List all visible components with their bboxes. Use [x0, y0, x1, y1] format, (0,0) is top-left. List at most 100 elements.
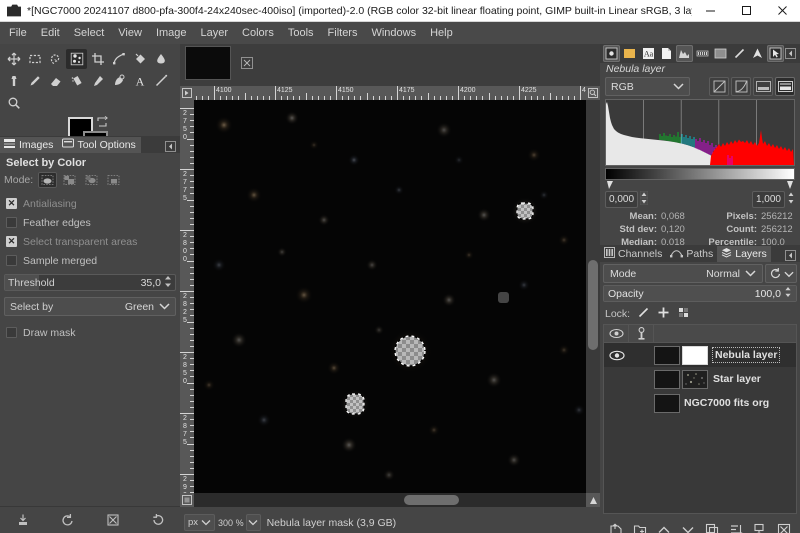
opacity-spinner[interactable]	[784, 286, 792, 301]
zoom-value[interactable]: 300 %	[218, 518, 244, 528]
quick-mask-toggle[interactable]	[180, 493, 194, 507]
histogram-channel-combo[interactable]: RGB	[605, 77, 690, 96]
image-canvas[interactable]	[194, 100, 586, 493]
ink-tool[interactable]	[108, 71, 129, 91]
tab-layers[interactable]: Layers	[717, 246, 771, 262]
smudge-tool[interactable]	[150, 49, 171, 69]
tab-paths[interactable]: Paths	[666, 246, 718, 262]
layer-mask-thumbnail[interactable]	[682, 369, 708, 389]
draw-mask-row[interactable]: Draw mask	[4, 323, 176, 342]
minimize-button[interactable]	[692, 0, 728, 22]
close-button[interactable]	[764, 0, 800, 22]
composite-mode-button[interactable]	[765, 264, 797, 283]
layer-mode-combo[interactable]: Mode Normal	[603, 264, 763, 283]
menu-select[interactable]: Select	[67, 24, 112, 42]
clone-tool[interactable]	[3, 71, 24, 91]
raise-layer-icon[interactable]	[654, 520, 675, 533]
fonts-tab-icon[interactable]: Aa	[639, 45, 656, 62]
table-row[interactable]: Nebula layer	[604, 343, 796, 367]
layer-visibility-toggle[interactable]	[604, 391, 629, 415]
tab-tool-options[interactable]: Tool Options	[58, 137, 141, 153]
zoom-selector[interactable]: 300 %	[218, 514, 261, 531]
rectangle-select-tool[interactable]	[24, 49, 45, 69]
menu-view[interactable]: View	[111, 24, 149, 42]
canvas-vertical-scrollbar[interactable]	[586, 100, 600, 493]
layer-visibility-toggle[interactable]	[604, 367, 629, 391]
layer-link-toggle[interactable]	[629, 343, 654, 367]
layer-name[interactable]: Nebula layer	[711, 347, 781, 363]
histogram-plot[interactable]	[605, 99, 795, 166]
lock-alpha-icon[interactable]	[677, 306, 690, 322]
layer-visibility-toggle[interactable]	[604, 343, 629, 367]
select-by-color-tool[interactable]	[66, 49, 87, 69]
zoom-image-button[interactable]	[586, 86, 600, 100]
feather-edges-row[interactable]: Feather edges	[4, 213, 176, 232]
layer-opacity-slider[interactable]: Opacity 100,0	[603, 285, 797, 302]
layer-thumbnail[interactable]	[654, 393, 680, 413]
right-dock-menu-button[interactable]	[785, 48, 796, 60]
bucket-fill-tool[interactable]	[129, 49, 150, 69]
eraser-tool[interactable]	[45, 71, 66, 91]
table-row[interactable]: Star layer	[604, 367, 796, 391]
close-image-tab-icon[interactable]	[240, 56, 254, 70]
lower-layer-icon[interactable]	[678, 520, 699, 533]
reset-tool-options-icon[interactable]	[146, 510, 170, 530]
zoom-dropdown-button[interactable]	[245, 514, 261, 531]
layer-thumbnail[interactable]	[654, 345, 680, 365]
sample-merged-checkbox[interactable]	[6, 255, 17, 266]
zoom-tool[interactable]	[3, 93, 24, 113]
select-transparent-areas-row[interactable]: Select transparent areas	[4, 232, 176, 251]
undo-history-tab-icon[interactable]	[694, 45, 711, 62]
canvas-hscroll-thumb[interactable]	[404, 495, 459, 505]
menu-layer[interactable]: Layer	[194, 24, 236, 42]
layer-list[interactable]: Nebula layer Star layer NGC7000 fits org	[603, 324, 797, 514]
layer-mask-thumbnail[interactable]	[682, 345, 708, 365]
airbrush-tool[interactable]	[66, 71, 87, 91]
pencil-tool[interactable]	[24, 71, 45, 91]
paths-tool[interactable]	[108, 49, 129, 69]
merge-down-icon[interactable]	[750, 520, 771, 533]
logarithmic-histogram-icon[interactable]	[731, 77, 751, 96]
lock-pixels-icon[interactable]	[637, 306, 650, 322]
linear-histogram-icon[interactable]	[709, 77, 729, 96]
selection-only-icon[interactable]	[775, 77, 795, 96]
colors-tab-icon[interactable]	[621, 45, 638, 62]
sample-merged-row[interactable]: Sample merged	[4, 251, 176, 270]
threshold-spinner[interactable]	[164, 275, 172, 291]
menu-colors[interactable]: Colors	[235, 24, 281, 42]
mode-intersect-button[interactable]	[104, 172, 123, 188]
tab-channels[interactable]: Channels	[600, 246, 667, 262]
layer-link-toggle[interactable]	[629, 391, 654, 415]
dock-menu-button[interactable]	[163, 139, 177, 153]
menu-windows[interactable]: Windows	[364, 24, 423, 42]
document-history-tab-icon[interactable]	[658, 45, 675, 62]
show-all-icon[interactable]	[753, 77, 773, 96]
navigation-preview-button[interactable]	[586, 493, 600, 507]
free-select-tool[interactable]	[45, 49, 66, 69]
measure-tool[interactable]	[150, 71, 171, 91]
menu-edit[interactable]: Edit	[34, 24, 67, 42]
table-row[interactable]: NGC7000 fits org	[604, 391, 796, 415]
layer-name[interactable]: NGC7000 fits org	[684, 397, 769, 409]
threshold-slider[interactable]: Threshold 35,0	[4, 274, 176, 291]
histogram-range-low-input[interactable]: 0,000	[605, 191, 639, 208]
lock-position-icon[interactable]	[657, 306, 670, 322]
crop-tool[interactable]	[87, 49, 108, 69]
menu-help[interactable]: Help	[423, 24, 460, 42]
threshold-value[interactable]: 35,0	[141, 277, 161, 289]
select-by-combo[interactable]: Select by Green	[4, 297, 176, 316]
paintbrush-tool[interactable]	[87, 71, 108, 91]
unit-selector[interactable]: px	[184, 514, 216, 531]
pointer-tab-icon[interactable]	[603, 45, 621, 62]
mode-subtract-button[interactable]	[82, 172, 101, 188]
tool-presets-tab-icon[interactable]	[730, 45, 747, 62]
duplicate-layer-icon[interactable]	[702, 520, 723, 533]
histogram-tab-icon[interactable]	[675, 45, 694, 62]
histogram-range-high-input[interactable]: 1,000	[751, 191, 785, 208]
canvas-vscroll-thumb[interactable]	[588, 260, 598, 350]
image-tab-thumbnail[interactable]	[185, 46, 231, 80]
move-tool[interactable]	[3, 49, 24, 69]
restore-tool-options-icon[interactable]	[56, 510, 80, 530]
anchor-layer-icon[interactable]	[726, 520, 747, 533]
delete-tool-options-icon[interactable]	[101, 510, 125, 530]
